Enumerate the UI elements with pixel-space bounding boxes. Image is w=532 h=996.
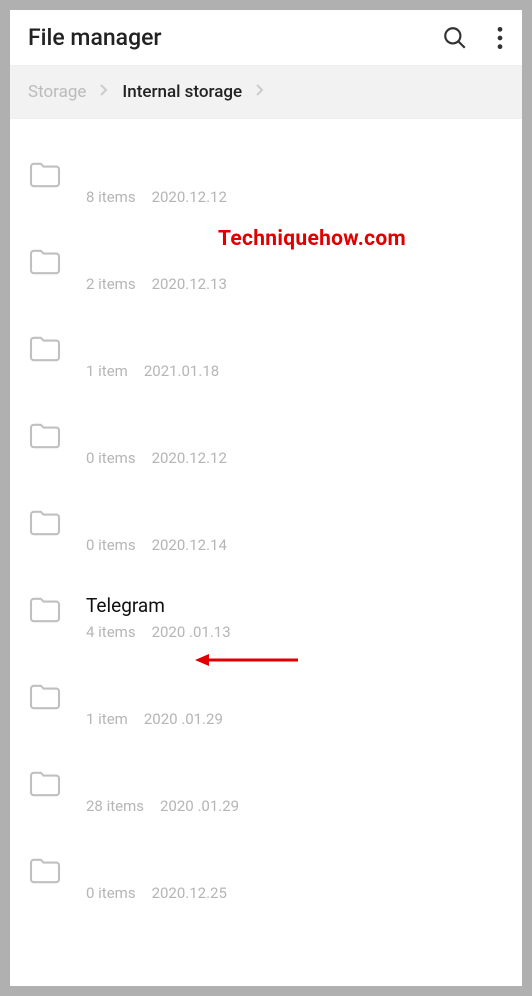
folder-meta: 1 item2021.01.18 [86, 362, 504, 380]
folder-icon [28, 768, 70, 802]
list-item[interactable]: thumbnailmakerextension 1 item2020 .01.2… [10, 671, 522, 758]
breadcrumb-current[interactable]: Internal storage [122, 82, 242, 102]
folder-meta: 0 items2020.12.12 [86, 449, 504, 467]
list-item[interactable]: storylogagency 1 item2021.01.18 [10, 323, 522, 410]
folder-meta: 2 items2020.12.13 [86, 275, 504, 293]
folder-meta: 1 item2020 .01.29 [86, 710, 504, 728]
header-bar: File manager [10, 10, 522, 65]
chevron-right-icon [256, 84, 264, 100]
folder-icon [28, 855, 70, 889]
folder-icon [28, 681, 70, 715]
app-title: File manager [28, 24, 442, 51]
folder-meta: 0 items2020.12.25 [86, 884, 504, 902]
folder-meta: 0 items2020.12.14 [86, 536, 504, 554]
folder-icon [28, 420, 70, 454]
list-item[interactable]: UCDownloads 28 items2020 .01.29 [10, 758, 522, 845]
folder-meta: 4 items2020 .01.13 [86, 623, 504, 641]
header-actions [442, 25, 504, 51]
folder-icon [28, 507, 70, 541]
folder-icon [28, 333, 70, 367]
folder-meta: 8 items2020.12.12 [86, 188, 504, 206]
watermark-text: Techniquehow.com [218, 227, 406, 251]
list-item[interactable]: SHAREit 8 items2020.12.12 [10, 149, 522, 236]
search-icon[interactable] [442, 25, 468, 51]
more-icon[interactable] [496, 25, 504, 51]
breadcrumb: Storage Internal storage [10, 65, 522, 119]
list-item[interactable]: subtitles 0 items2020.12.12 [10, 410, 522, 497]
list-item[interactable]: supercache 0 items2020.12.14 [10, 497, 522, 584]
list-item[interactable]: UCmusic 0 items2020.12.25 [10, 845, 522, 932]
folder-icon [28, 246, 70, 280]
red-arrow-annotation [193, 650, 303, 674]
folder-name: Telegram [86, 594, 504, 617]
chevron-right-icon [100, 84, 108, 100]
file-manager-screen: File manager Storage [10, 10, 522, 986]
breadcrumb-root[interactable]: Storage [28, 82, 86, 102]
folder-icon [28, 159, 70, 193]
folder-meta: 28 items2020 .01.29 [86, 797, 504, 815]
folder-icon [28, 594, 70, 628]
